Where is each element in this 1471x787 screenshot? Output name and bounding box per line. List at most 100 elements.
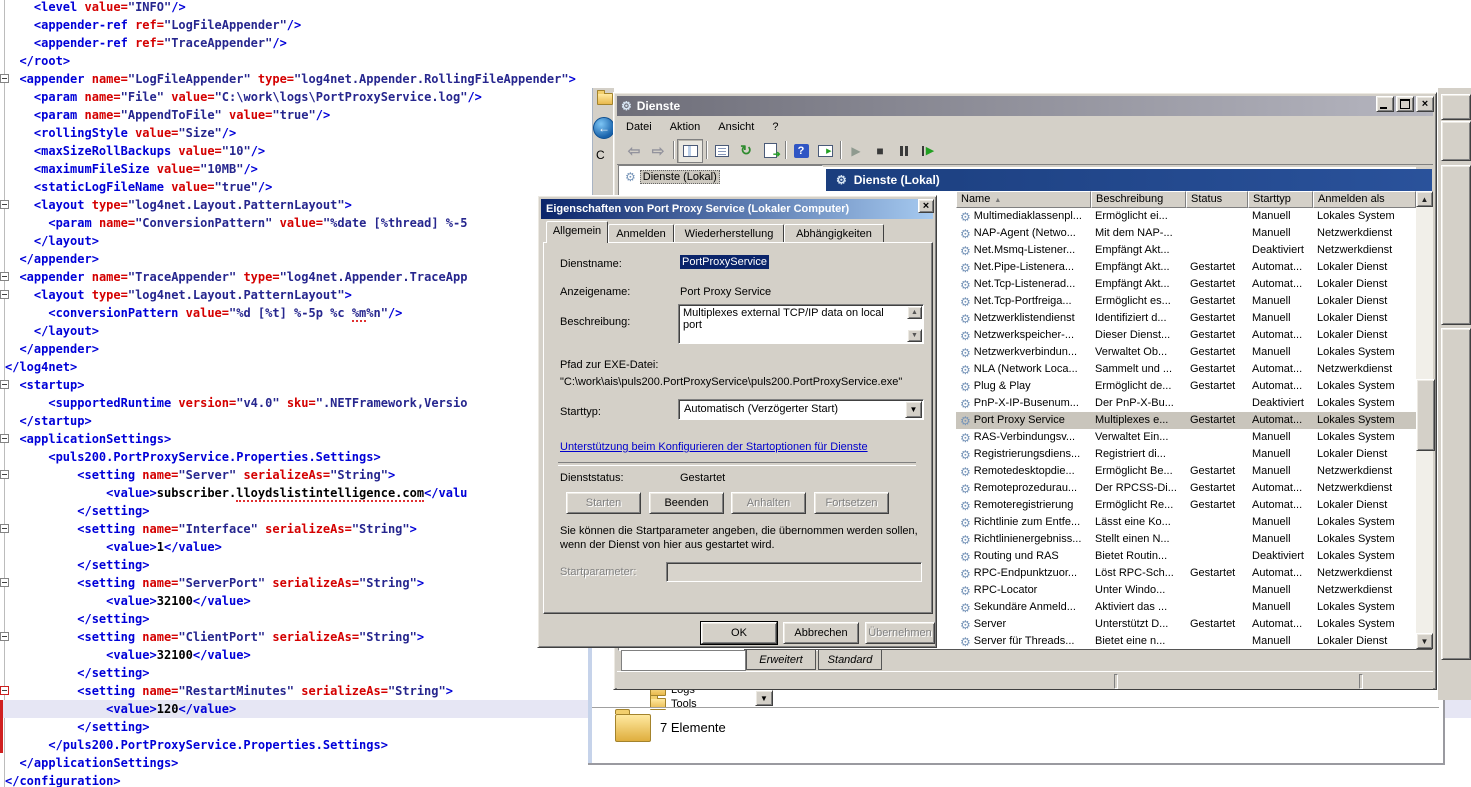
fold-collapse-icon-changed[interactable]	[0, 686, 9, 695]
tab-anmelden[interactable]: Anmelden	[608, 224, 674, 243]
statusbar-divider	[1359, 674, 1363, 689]
table-row[interactable]: ⚙NAP-Agent (Netwo...Mit dem NAP-...Manue…	[956, 225, 1416, 242]
table-row[interactable]: ⚙Richtlinie zum Entfe...Lässt eine Ko...…	[956, 514, 1416, 531]
fortsetzen-button[interactable]: Fortsetzen	[814, 492, 889, 514]
menu-item-ansicht[interactable]: Ansicht	[709, 119, 763, 135]
table-row[interactable]: ⚙Routing und RASBietet Routin...Deaktivi…	[956, 548, 1416, 565]
menu-item-aktion[interactable]: Aktion	[661, 119, 710, 135]
fold-collapse-icon[interactable]	[0, 578, 9, 587]
close-button[interactable]: ×	[1416, 96, 1434, 112]
selected-text: PortProxyService	[680, 255, 769, 269]
starttyp-combobox[interactable]: Automatisch (Verzögerter Start) ▼	[678, 399, 924, 420]
dienstname-value[interactable]: PortProxyService	[680, 256, 769, 268]
tab-abhängigkeiten[interactable]: Abhängigkeiten	[784, 224, 884, 243]
toolbar-refresh-icon[interactable]: ↻	[734, 140, 758, 162]
table-row[interactable]: ⚙RPC-Endpunktzuor...Löst RPC-Sch...Gesta…	[956, 565, 1416, 582]
fold-collapse-icon[interactable]	[0, 200, 9, 209]
dialog-titlebar[interactable]: Eigenschaften von Port Proxy Service (Lo…	[541, 199, 933, 219]
toolbar-export-list-icon[interactable]	[758, 140, 782, 162]
table-row[interactable]: ⚙Registrierungsdiens...Registriert di...…	[956, 446, 1416, 463]
table-row[interactable]: ⚙RPC-LocatorUnter Windo...ManuellNetzwer…	[956, 582, 1416, 599]
folder-item-tools[interactable]: Tools	[650, 698, 697, 710]
toolbar-back-icon[interactable]: ⇦	[622, 140, 646, 162]
toolbar-stop-service-icon[interactable]: ■	[868, 140, 892, 162]
services-window-titlebar[interactable]: ⚙ Dienste	[617, 96, 1433, 116]
table-row[interactable]: ⚙RAS-Verbindungsv...Verwaltet Ein...Manu…	[956, 429, 1416, 446]
beschreibung-textbox[interactable]: Multiplexes external TCP/IP data on loca…	[678, 304, 924, 344]
fold-collapse-icon[interactable]	[0, 470, 9, 479]
tree-item-dienste-lokal[interactable]: ⚙ Dienste (Lokal)	[625, 170, 720, 184]
table-row[interactable]: ⚙Server für Threads...Bietet eine n...Ma…	[956, 633, 1416, 649]
scroll-up-icon[interactable]: ▲	[1416, 191, 1433, 207]
table-row[interactable]: ⚙Net.Msmq-Listener...Empfängt Akt...Deak…	[956, 242, 1416, 259]
maximize-button[interactable]	[1396, 96, 1414, 112]
back-button[interactable]: ←	[593, 117, 615, 139]
table-row[interactable]: ⚙Plug & PlayErmöglicht de...GestartetAut…	[956, 378, 1416, 395]
view-tab-standard[interactable]: Standard	[818, 650, 882, 670]
abbrechen-button[interactable]: Abbrechen	[783, 622, 859, 644]
tab-allgemein[interactable]: Allgemein	[546, 221, 608, 243]
column-header-name[interactable]: Name▲	[956, 191, 1091, 208]
dialog-close-icon[interactable]: ×	[918, 199, 934, 213]
ok-button[interactable]: OK	[701, 622, 777, 644]
anzeigename-value[interactable]: Port Proxy Service	[680, 286, 771, 298]
column-header-starttyp[interactable]: Starttyp	[1248, 191, 1313, 208]
tab-wiederherstellung[interactable]: Wiederherstellung	[674, 224, 784, 243]
table-row[interactable]: ⚙Netzwerkverbindun...Verwaltet Ob...Gest…	[956, 344, 1416, 361]
toolbar-show-tree-icon[interactable]	[677, 139, 703, 163]
list-scrollbar[interactable]: ▲ ▼	[1416, 191, 1433, 649]
menu-item-datei[interactable]: Datei	[617, 119, 661, 135]
toolbar-show-window-icon[interactable]: ▶	[813, 140, 837, 162]
table-row[interactable]: ⚙ServerUnterstützt D...GestartetAutomat.…	[956, 616, 1416, 633]
fold-collapse-icon[interactable]	[0, 272, 9, 281]
toolbar-start-service-icon[interactable]: ▶	[844, 140, 868, 162]
fold-collapse-icon[interactable]	[0, 290, 9, 299]
scrollbar-thumb[interactable]	[1416, 379, 1435, 451]
toolbar-pause-service-icon[interactable]	[892, 140, 916, 162]
startoptions-help-link[interactable]: Unterstützung beim Konfigurieren der Sta…	[560, 441, 868, 453]
ubernehmen-button[interactable]: Übernehmen	[865, 622, 935, 644]
table-row[interactable]: ⚙Remoteprozedurau...Der RPCSS-Di...Gesta…	[956, 480, 1416, 497]
toolbar-help-icon[interactable]: ?	[789, 140, 813, 162]
table-row[interactable]: ⚙Net.Tcp-Listenerad...Empfängt Akt...Ges…	[956, 276, 1416, 293]
toolbar-forward-icon[interactable]: ⇨	[646, 140, 670, 162]
fold-collapse-icon[interactable]	[0, 380, 9, 389]
services-list[interactable]: ⚙Multimediaklassenpl...Ermöglicht ei...M…	[956, 208, 1416, 649]
scroll-down-icon[interactable]: ▼	[1416, 633, 1433, 649]
scroll-down-icon[interactable]: ▼	[907, 329, 922, 342]
table-row[interactable]: ⚙RemoteregistrierungErmöglicht Re...Gest…	[956, 497, 1416, 514]
beenden-button[interactable]: Beenden	[649, 492, 724, 514]
column-header-status[interactable]: Status	[1186, 191, 1248, 208]
column-header-anmelden-als[interactable]: Anmelden als	[1313, 191, 1416, 208]
starten-button[interactable]: Starten	[566, 492, 641, 514]
toolbar-properties-icon[interactable]	[710, 140, 734, 162]
cell-name: ⚙NLA (Network Loca...	[956, 361, 1091, 378]
table-row[interactable]: ⚙NLA (Network Loca...Sammelt und ...Gest…	[956, 361, 1416, 378]
cell-anmelden-als: Lokales System	[1313, 395, 1416, 412]
fold-collapse-icon[interactable]	[0, 434, 9, 443]
column-header-beschreibung[interactable]: Beschreibung	[1091, 191, 1186, 208]
fold-collapse-icon[interactable]	[0, 632, 9, 641]
table-row[interactable]: ⚙Port Proxy ServiceMultiplexes e...Gesta…	[956, 412, 1416, 429]
table-row[interactable]: ⚙Net.Tcp-Portfreiga...Ermöglicht es...Ge…	[956, 293, 1416, 310]
fold-collapse-icon[interactable]	[0, 524, 9, 533]
table-row[interactable]: ⚙Net.Pipe-Listenera...Empfängt Akt...Ges…	[956, 259, 1416, 276]
table-row[interactable]: ⚙Multimediaklassenpl...Ermöglicht ei...M…	[956, 208, 1416, 225]
chevron-down-icon[interactable]: ▼	[905, 401, 922, 418]
table-row[interactable]: ⚙Sekundäre Anmeld...Aktiviert das ...Man…	[956, 599, 1416, 616]
folder-dropdown-button[interactable]: ▼	[755, 690, 773, 706]
view-tab-erweitert[interactable]: Erweitert	[746, 650, 816, 670]
scroll-up-icon[interactable]: ▲	[907, 306, 922, 319]
toolbar-restart-service-icon[interactable]: ▶	[916, 140, 940, 162]
anhalten-button[interactable]: Anhalten	[731, 492, 806, 514]
minimize-button[interactable]	[1376, 96, 1394, 112]
menu-item-help[interactable]: ?	[763, 119, 787, 135]
table-row[interactable]: ⚙Netzwerkspeicher-...Dieser Dienst...Ges…	[956, 327, 1416, 344]
table-row[interactable]: ⚙Remotedesktopdie...Ermöglicht Be...Gest…	[956, 463, 1416, 480]
table-row[interactable]: ⚙Richtlinienergebniss...Stellt einen N..…	[956, 531, 1416, 548]
table-row[interactable]: ⚙PnP-X-IP-Busenum...Der PnP-X-Bu...Deakt…	[956, 395, 1416, 412]
cell-anmelden-als: Lokales System	[1313, 378, 1416, 395]
fold-collapse-icon[interactable]	[0, 74, 9, 83]
startparameter-input[interactable]	[666, 562, 922, 582]
table-row[interactable]: ⚙NetzwerklistendienstIdentifiziert d...G…	[956, 310, 1416, 327]
